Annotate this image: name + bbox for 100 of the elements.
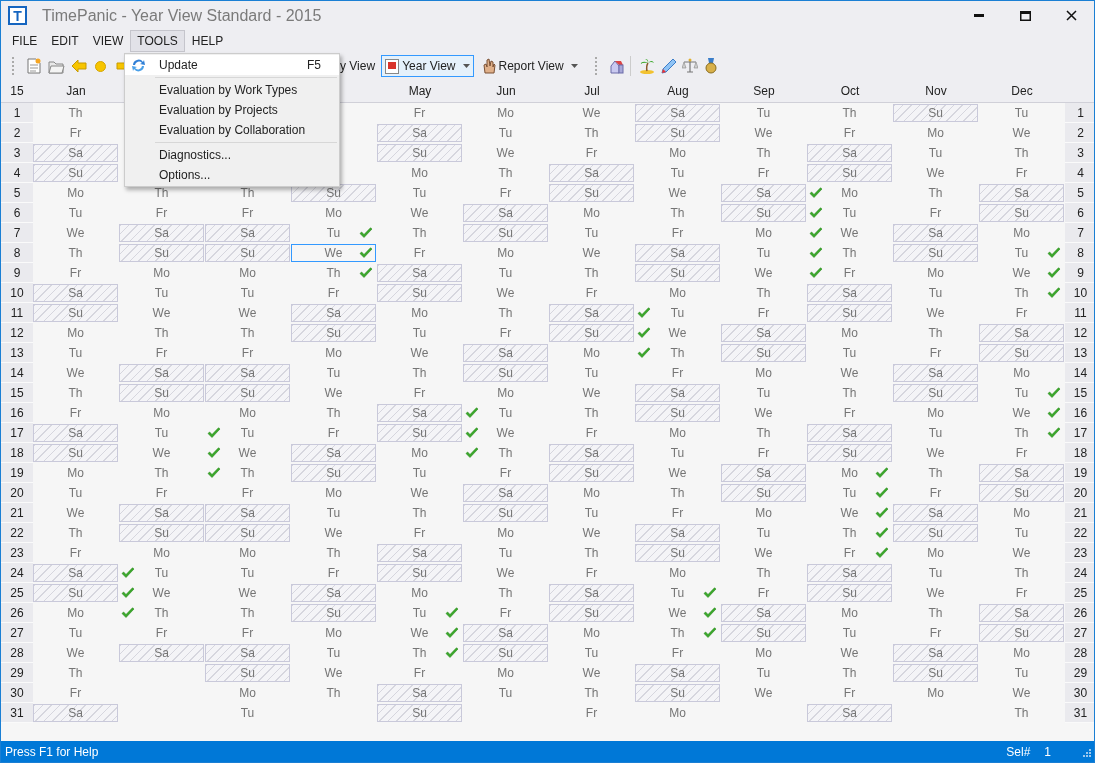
day-cell[interactable]: Su <box>635 684 720 702</box>
day-cell[interactable]: We <box>33 644 118 662</box>
day-cell[interactable]: Th <box>549 544 634 562</box>
day-cell[interactable]: Th <box>119 604 204 622</box>
day-cell[interactable]: Tu <box>893 424 978 442</box>
day-cell[interactable]: Su <box>893 104 978 122</box>
day-cell[interactable]: Th <box>807 524 892 542</box>
day-cell[interactable]: Sa <box>291 444 376 462</box>
day-cell[interactable]: Su <box>377 564 462 582</box>
day-cell[interactable]: Fr <box>377 384 462 402</box>
day-cell[interactable]: Tu <box>33 484 118 502</box>
day-cell[interactable]: Su <box>893 244 978 262</box>
day-cell[interactable]: Su <box>893 384 978 402</box>
day-cell[interactable]: Th <box>33 384 118 402</box>
day-cell[interactable]: Mo <box>979 224 1064 242</box>
day-cell[interactable]: Mo <box>205 264 290 282</box>
day-cell[interactable]: Tu <box>635 304 720 322</box>
day-cell[interactable]: Sa <box>549 164 634 182</box>
day-cell[interactable]: Su <box>291 604 376 622</box>
day-cell[interactable]: Mo <box>205 404 290 422</box>
day-cell[interactable]: Fr <box>721 164 806 182</box>
day-cell[interactable]: Sa <box>377 684 462 702</box>
day-cell[interactable]: Sa <box>635 384 720 402</box>
day-cell[interactable]: Tu <box>463 124 548 142</box>
day-cell[interactable]: Mo <box>33 464 118 482</box>
day-cell[interactable]: Fr <box>979 584 1064 602</box>
day-cell[interactable]: We <box>33 504 118 522</box>
day-cell[interactable]: We <box>979 264 1064 282</box>
day-cell[interactable]: Sa <box>119 644 204 662</box>
day-cell[interactable]: Mo <box>33 184 118 202</box>
day-cell[interactable]: Su <box>979 204 1064 222</box>
day-cell[interactable]: Tu <box>205 704 290 722</box>
day-cell[interactable]: Tu <box>33 624 118 642</box>
day-cell[interactable]: Mo <box>549 204 634 222</box>
day-cell[interactable]: Mo <box>377 584 462 602</box>
day-cell[interactable]: Fr <box>463 604 548 622</box>
day-cell[interactable]: Sa <box>377 404 462 422</box>
day-cell[interactable]: Tu <box>549 644 634 662</box>
day-cell[interactable]: Th <box>205 604 290 622</box>
day-cell[interactable]: Tu <box>893 284 978 302</box>
day-cell[interactable]: Th <box>979 704 1064 722</box>
view-dropdown-button[interactable]: Report View <box>477 55 582 77</box>
day-cell[interactable]: Tu <box>377 324 462 342</box>
day-cell[interactable]: Sa <box>635 244 720 262</box>
day-cell[interactable]: Tu <box>205 564 290 582</box>
circle-icon[interactable] <box>95 60 106 72</box>
day-cell[interactable]: Su <box>549 184 634 202</box>
day-cell[interactable]: Sa <box>549 304 634 322</box>
day-cell[interactable]: Tu <box>807 344 892 362</box>
day-cell[interactable]: Tu <box>979 104 1064 122</box>
day-cell[interactable]: Su <box>635 404 720 422</box>
day-cell[interactable]: Mo <box>549 344 634 362</box>
day-cell[interactable]: Th <box>291 264 376 282</box>
day-cell[interactable]: Mo <box>377 164 462 182</box>
day-cell[interactable]: Sa <box>979 324 1064 342</box>
day-cell[interactable]: Th <box>979 144 1064 162</box>
day-cell[interactable]: We <box>463 424 548 442</box>
day-cell[interactable]: Fr <box>33 404 118 422</box>
day-cell[interactable]: Th <box>549 264 634 282</box>
day-cell[interactable]: Th <box>33 104 118 122</box>
day-cell[interactable]: Tu <box>119 564 204 582</box>
day-cell[interactable]: Su <box>291 464 376 482</box>
day-cell[interactable]: Tu <box>979 244 1064 262</box>
day-cell[interactable]: Sa <box>893 504 978 522</box>
day-cell[interactable]: Tu <box>463 404 548 422</box>
day-cell[interactable]: Th <box>377 504 462 522</box>
day-cell[interactable]: Sa <box>463 344 548 362</box>
day-cell[interactable]: Fr <box>33 544 118 562</box>
day-cell[interactable]: Mo <box>549 484 634 502</box>
day-cell[interactable]: Tu <box>33 344 118 362</box>
day-cell[interactable]: Sa <box>893 224 978 242</box>
day-cell[interactable]: Mo <box>979 644 1064 662</box>
day-cell[interactable]: Sa <box>33 424 118 442</box>
day-cell[interactable]: Mo <box>33 604 118 622</box>
day-cell[interactable]: Tu <box>205 284 290 302</box>
day-cell[interactable]: Fr <box>635 364 720 382</box>
day-cell[interactable]: Sa <box>635 524 720 542</box>
menu-entry[interactable]: Diagnostics... <box>125 145 339 165</box>
document-icon[interactable] <box>27 58 41 74</box>
day-cell[interactable]: Mo <box>291 624 376 642</box>
day-cell[interactable]: Su <box>205 664 290 682</box>
day-cell[interactable]: Sa <box>807 144 892 162</box>
day-cell[interactable]: We <box>377 484 462 502</box>
day-cell[interactable]: We <box>635 604 720 622</box>
day-cell[interactable]: Mo <box>119 264 204 282</box>
day-cell[interactable]: Mo <box>893 404 978 422</box>
day-cell[interactable]: Tu <box>205 424 290 442</box>
day-cell[interactable]: Mo <box>893 684 978 702</box>
day-cell[interactable]: Tu <box>377 184 462 202</box>
day-cell[interactable]: We <box>549 524 634 542</box>
day-cell[interactable]: Fr <box>463 324 548 342</box>
day-cell[interactable]: Tu <box>291 504 376 522</box>
day-cell[interactable]: Sa <box>807 704 892 722</box>
day-cell[interactable]: Sa <box>33 704 118 722</box>
day-cell[interactable]: Fr <box>635 644 720 662</box>
day-cell[interactable]: Su <box>635 264 720 282</box>
day-cell[interactable]: We <box>291 384 376 402</box>
day-cell[interactable]: We <box>721 264 806 282</box>
arrow-left-icon[interactable] <box>71 59 87 73</box>
day-cell[interactable]: Tu <box>721 104 806 122</box>
